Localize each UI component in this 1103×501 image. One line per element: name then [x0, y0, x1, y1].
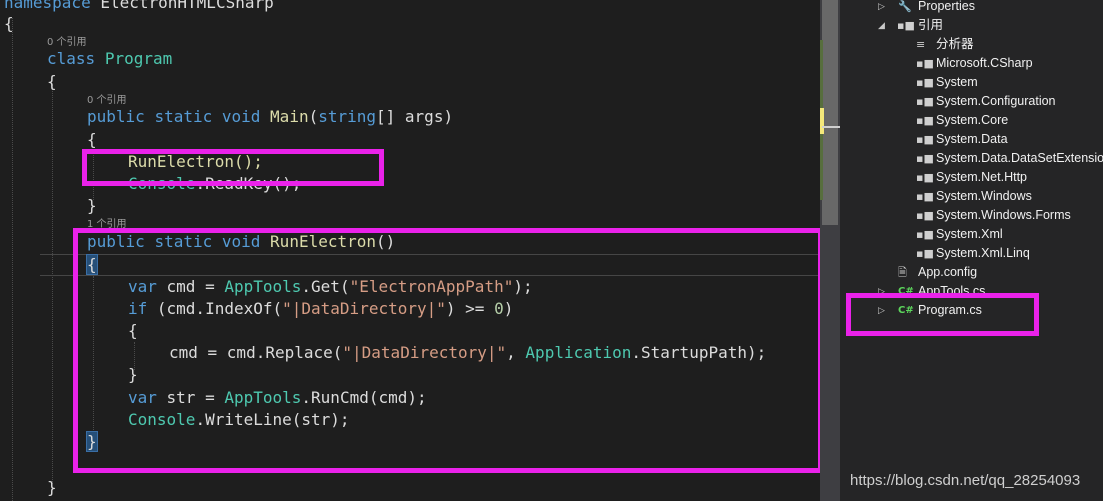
reference-icon: ▪■ [916, 95, 934, 108]
vertical-scrollbar[interactable] [820, 0, 840, 501]
tree-item-reference[interactable]: ▪■ System.Data [840, 130, 1103, 149]
code-line-close-main[interactable]: } [87, 195, 97, 217]
tree-item-reference[interactable]: ▪■ Microsoft.CSharp [840, 54, 1103, 73]
collapse-arrow-icon[interactable]: ◢ [878, 16, 885, 35]
solution-explorer[interactable]: ▷ 🔧 Properties ◢ ▪■ 引用 ≡ 分析器 ▪■ Microsof… [840, 0, 1103, 501]
tree-item-reference[interactable]: ▪■ System.Net.Http [840, 168, 1103, 187]
reference-icon: ▪■ [916, 57, 934, 70]
tree-item-reference[interactable]: ▪■ System.Xml [840, 225, 1103, 244]
reference-icon: ▪■ [916, 228, 934, 241]
code-line-close-class[interactable]: } [47, 477, 57, 499]
references-icon: ▪■ [897, 19, 915, 32]
wrench-icon: 🔧 [898, 0, 912, 13]
tree-item-analyzers[interactable]: ≡ 分析器 [840, 35, 1103, 54]
reference-icon: ▪■ [916, 152, 934, 165]
tree-item-reference[interactable]: ▪■ System.Windows.Forms [840, 206, 1103, 225]
indent-guide [52, 84, 53, 484]
expand-arrow-icon[interactable]: ▷ [878, 0, 885, 16]
tree-item-reference[interactable]: ▪■ System.Windows [840, 187, 1103, 206]
watermark-text: https://blog.csdn.net/qq_28254093 [850, 472, 1081, 489]
tree-item-properties[interactable]: ▷ 🔧 Properties [840, 0, 1103, 16]
highlight-box-program-cs [846, 293, 1039, 336]
tree-item-references[interactable]: ◢ ▪■ 引用 [840, 16, 1103, 35]
tree-item-reference[interactable]: ▪■ System.Xml.Linq [840, 244, 1103, 263]
tree-item-reference[interactable]: ▪■ System.Configuration [840, 92, 1103, 111]
tree-item-reference[interactable]: ▪■ System.Core [840, 111, 1103, 130]
code-line-class[interactable]: class Program [47, 48, 172, 70]
code-line-main-signature[interactable]: public static void Main(string[] args) [87, 106, 453, 128]
scrollbar-thumb[interactable] [822, 0, 838, 225]
reference-icon: ▪■ [916, 190, 934, 203]
scrollbar-caret-marker [820, 108, 824, 134]
code-line-open-main[interactable]: { [87, 129, 97, 151]
code-editor[interactable]: namespace ElectronHTMLCSharp { 0 个引用 cla… [0, 0, 820, 501]
highlight-box-runelectron-call [82, 149, 384, 186]
code-line-open-class[interactable]: { [47, 71, 57, 93]
indent-guide [12, 18, 13, 501]
reference-icon: ▪■ [916, 247, 934, 260]
reference-icon: ▪■ [916, 76, 934, 89]
scrollbar-caret-line [822, 126, 842, 128]
code-line-namespace[interactable]: namespace ElectronHTMLCSharp [4, 0, 274, 14]
analyzer-icon: ≡ [916, 38, 926, 51]
tree-item-reference[interactable]: ▪■ System [840, 73, 1103, 92]
reference-icon: ▪■ [916, 133, 934, 146]
tree-item-reference[interactable]: ▪■ System.Data.DataSetExtensions [840, 149, 1103, 168]
highlight-box-runelectron-method [73, 228, 820, 473]
reference-icon: ▪■ [916, 171, 934, 184]
tree-item-app-config[interactable]: 🗎 App.config [840, 263, 1103, 282]
code-line-open-namespace[interactable]: { [4, 13, 14, 35]
config-file-icon: 🗎 [898, 266, 907, 279]
reference-icon: ▪■ [916, 209, 934, 222]
reference-icon: ▪■ [916, 114, 934, 127]
